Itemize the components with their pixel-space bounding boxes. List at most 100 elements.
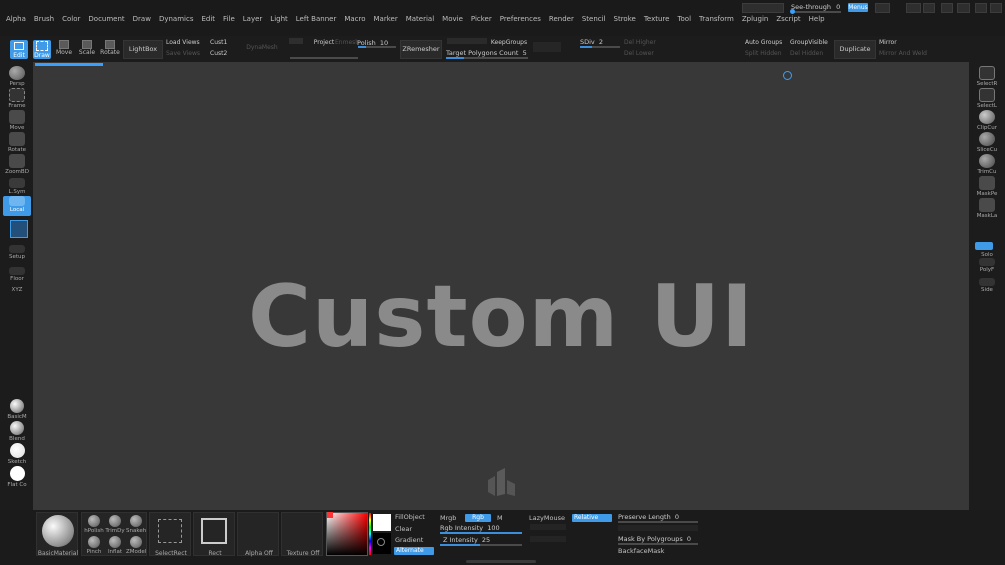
relative-button[interactable]: Relative [572,514,612,522]
menu-layer[interactable]: Layer [243,15,263,23]
menu-texture[interactable]: Texture [644,15,670,23]
xyz-button[interactable]: XYZ [3,287,31,293]
rotate-button[interactable]: Rotate [100,40,120,56]
freeze-borders-toggle[interactable] [447,38,487,44]
rect-picker[interactable]: Rect [193,512,235,557]
brush-zmodel[interactable]: ZModel [126,536,146,555]
preserve-length-slider[interactable]: Preserve Length 0 [618,513,679,521]
cust2-button[interactable]: Cust2 [210,50,235,57]
brush-snakeh[interactable]: Snakeh [126,515,146,534]
see-through-slider[interactable]: See-through 0 [791,3,840,11]
side-button[interactable]: Side [973,278,1001,293]
select-rect-tool[interactable]: SelectR [973,66,1001,87]
keepgroups-button[interactable]: KeepGroups [490,39,528,46]
clip-curve-tool[interactable]: ClipCur [973,110,1001,131]
menu-draw[interactable]: Draw [133,15,151,23]
close-button[interactable] [990,3,1002,13]
move-view-button[interactable]: Move [3,110,31,131]
menu-macro[interactable]: Macro [344,15,365,23]
menu-movie[interactable]: Movie [442,15,463,23]
scale-button[interactable]: Scale [78,40,96,56]
menu-stroke[interactable]: Stroke [614,15,636,23]
draw-button[interactable]: Draw [33,40,51,59]
menu-transform[interactable]: Transform [699,15,734,23]
move-button[interactable]: Move [55,40,73,56]
restore-button[interactable] [975,3,987,13]
floor-button[interactable]: Floor [3,267,31,282]
menu-marker[interactable]: Marker [374,15,398,23]
m-button[interactable]: M [497,514,503,522]
minimize-button[interactable] [941,3,953,13]
save-views-button[interactable]: Save Views [166,50,206,57]
quicksave-button[interactable] [742,3,784,13]
texture-picker[interactable]: Texture Off [281,512,323,557]
lazyradius-slider[interactable] [530,536,566,542]
color-picker[interactable] [326,512,368,556]
split-hidden-button[interactable]: Split Hidden [745,50,787,57]
lsym-button[interactable]: L.Sym [3,178,31,195]
menu-picker[interactable]: Picker [471,15,492,23]
snap-to-surface-toggle[interactable] [618,525,698,531]
maximize-button[interactable] [957,3,970,13]
menu-dynamics[interactable]: Dynamics [159,15,194,23]
z-intensity-slider[interactable]: Z Intensity 25 [443,536,490,544]
menu-file[interactable]: File [223,15,235,23]
material-sketch[interactable]: Sketch [3,443,31,465]
menu-tool[interactable]: Tool [677,15,691,23]
local-button[interactable]: Local [3,196,31,216]
transp-button[interactable] [10,220,28,238]
mirror-button[interactable]: Mirror [879,39,929,46]
menu-document[interactable]: Document [88,15,124,23]
select-lasso-tool[interactable]: SelectL [973,88,1001,109]
mask-pen-tool[interactable]: MaskPe [973,176,1001,197]
viewport-canvas[interactable]: Custom UI [33,62,969,510]
mrgb-button[interactable]: Mrgb [440,514,456,522]
setup-button[interactable]: Setup [3,245,31,260]
hue-strip[interactable] [369,513,371,555]
zoom-button[interactable]: ZoomBD [3,154,31,175]
menu-alpha[interactable]: Alpha [6,15,26,23]
del-lower-button[interactable]: Del Lower [624,50,658,57]
mask-lasso-tool[interactable]: MaskLa [973,198,1001,219]
edit-button[interactable]: Edit [10,40,28,59]
script-button[interactable] [923,3,935,13]
del-hidden-button[interactable]: Del Hidden [790,50,832,57]
material-basic[interactable]: BasicM [3,399,31,420]
frame-button[interactable]: Frame [3,88,31,109]
alpha-picker[interactable]: Alpha Off [237,512,279,557]
duplicate-button[interactable]: Duplicate [834,40,876,59]
project-button[interactable]: Project [312,39,336,46]
zremesher-button[interactable]: ZRemesher [400,40,442,59]
material-blend[interactable]: Blend [3,421,31,442]
lightbox-button[interactable]: LightBox [123,40,163,59]
menu-brush[interactable]: Brush [34,15,54,23]
menu-left-banner[interactable]: Left Banner [296,15,337,23]
dynamesh-groups-toggle[interactable] [289,38,303,44]
rotate-view-button[interactable]: Rotate [3,132,31,153]
clear-button[interactable]: Clear [395,525,412,533]
menu-zplugin[interactable]: Zplugin [742,15,768,23]
sdiv-slider[interactable]: SDiv 2 [580,38,603,46]
divide-button[interactable] [533,42,561,52]
brush-inflat[interactable]: Inflat [105,536,125,555]
menu-zscript[interactable]: Zscript [776,15,800,23]
menu-help[interactable]: Help [809,15,825,23]
menu-preferences[interactable]: Preferences [500,15,541,23]
gradient-button[interactable]: Gradient [395,536,423,544]
main-color-swatch[interactable] [373,514,391,531]
transp-toggle[interactable] [975,242,993,250]
stroke-picker[interactable]: SelectRect [149,512,191,557]
menu-light[interactable]: Light [270,15,287,23]
layout-button[interactable] [906,3,921,13]
cust1-button[interactable]: Cust1 [210,39,235,46]
backface-mask-button[interactable]: BackfaceMask [618,547,664,555]
rgb-intensity-slider[interactable]: Rgb Intensity 100 [440,524,500,532]
secondary-color-swatch[interactable] [373,533,391,554]
default-ui-button[interactable] [875,3,890,13]
group-visible-button[interactable]: GroupVisible [790,39,832,46]
menu-color[interactable]: Color [62,15,80,23]
trim-curve-tool[interactable]: TrimCu [973,154,1001,175]
load-views-button[interactable]: Load Views [166,39,206,46]
menus-button[interactable]: Menus [848,3,868,12]
menu-material[interactable]: Material [406,15,434,23]
